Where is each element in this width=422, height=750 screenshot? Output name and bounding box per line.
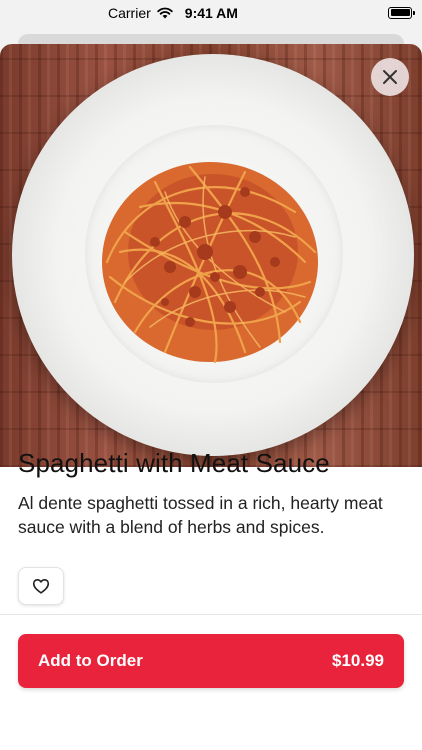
wifi-icon — [157, 7, 173, 18]
item-info: Spaghetti with Meat Sauce Al dente spagh… — [18, 448, 408, 539]
heart-icon — [32, 579, 50, 594]
price-label: $10.99 — [332, 651, 384, 670]
add-to-order-label: Add to Order — [38, 651, 143, 670]
battery-level — [390, 9, 410, 16]
close-button[interactable] — [371, 58, 409, 96]
spaghetti-illustration — [102, 162, 318, 364]
item-image — [0, 44, 422, 467]
status-time: 9:41 AM — [184, 4, 238, 21]
close-icon — [383, 70, 397, 84]
status-left: Carrier 9:41 AM — [108, 5, 238, 21]
add-to-order-button[interactable]: Add to Order $10.99 — [18, 634, 404, 688]
item-description: Al dente spaghetti tossed in a rich, hea… — [18, 493, 383, 537]
favorite-button[interactable] — [18, 567, 64, 605]
carrier-label: Carrier — [108, 4, 151, 21]
status-bar: Carrier 9:41 AM — [0, 0, 422, 25]
battery-icon — [388, 6, 415, 19]
divider — [0, 614, 422, 615]
item-title: Spaghetti with Meat Sauce — [18, 448, 330, 478]
